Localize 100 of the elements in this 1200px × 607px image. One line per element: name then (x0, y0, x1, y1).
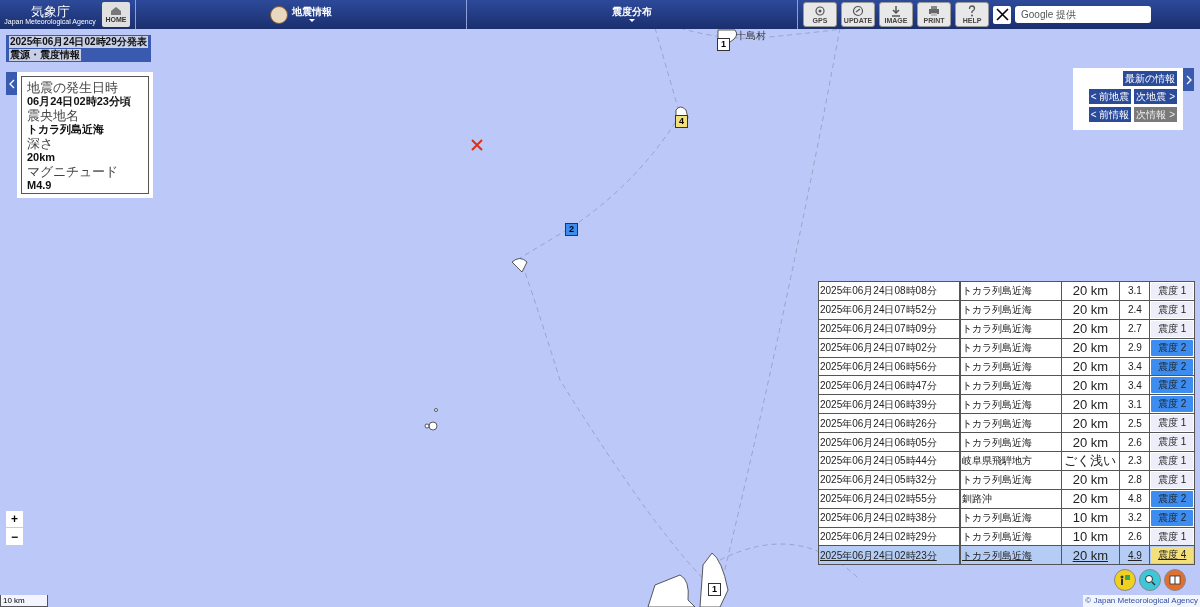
legend-button[interactable] (1114, 569, 1136, 591)
intensity-marker: 1 (717, 38, 730, 51)
more-button[interactable] (1139, 569, 1161, 591)
depth-cell: 20 km (1061, 489, 1120, 509)
x-logo-button[interactable] (993, 5, 1011, 24)
latest-button[interactable]: 最新の情報 (1123, 71, 1177, 86)
depth-cell: 20 km (1061, 413, 1120, 433)
place-label: 十島村 (736, 31, 766, 41)
depth-cell: 10 km (1061, 508, 1120, 528)
depth-cell: 20 km (1061, 432, 1120, 452)
info-label: マグニチュード (27, 165, 119, 179)
time-cell: 2025年06月24日02時23分 (818, 545, 960, 565)
depth-cell: 20 km (1061, 470, 1120, 490)
list-row[interactable]: 2025年06月24日08時08分 トカラ列島近海 20 km 3.1 震度 1 (818, 281, 1195, 301)
issued-time: 2025年06月24日02時29分発表 (9, 36, 148, 48)
collapse-right-button[interactable] (1183, 68, 1194, 91)
info-value: トカラ列島近海 (27, 124, 105, 135)
guide-button[interactable] (1164, 569, 1186, 591)
collapse-left-button[interactable] (6, 72, 17, 95)
time-cell: 2025年06月24日07時09分 (818, 319, 960, 339)
crosshair-icon (814, 5, 826, 17)
zoom-out-button[interactable]: − (6, 528, 23, 545)
magnitude-cell: 3.4 (1119, 375, 1150, 395)
intensity-badge: 震度 2 (1151, 396, 1193, 413)
search-field[interactable]: Google 提供 (1015, 6, 1151, 23)
x-logo-icon (995, 8, 1009, 21)
download-icon (890, 5, 902, 17)
bulletin-title: 震源・震度情報 (9, 49, 81, 61)
time-cell: 2025年06月24日06時05分 (818, 432, 960, 452)
time-cell: 2025年06月24日06時56分 (818, 357, 960, 376)
info-label: 震央地名 (27, 109, 80, 123)
intensity-badge: 震度 1 (1151, 415, 1193, 432)
printer-icon (928, 5, 940, 17)
time-cell: 2025年06月24日06時26分 (818, 413, 960, 433)
depth-cell: 20 km (1061, 545, 1120, 565)
time-cell: 2025年06月24日06時47分 (818, 375, 960, 395)
magnitude-cell: 2.3 (1119, 451, 1150, 471)
intensity-marker: 2 (565, 223, 578, 236)
intensity-marker: 1 (708, 583, 721, 596)
intensity-badge: 震度 2 (1151, 358, 1193, 375)
info-value: M4.9 (27, 180, 53, 191)
magnitude-cell: 3.4 (1119, 357, 1150, 376)
book-icon (1169, 575, 1181, 585)
magnitude-cell: 2.5 (1119, 413, 1150, 433)
intensity-badge: 震度 1 (1151, 301, 1193, 318)
refresh-icon (852, 5, 864, 17)
time-cell: 2025年06月24日06時39分 (818, 394, 960, 414)
menu-tab[interactable]: 地震情報 (136, 0, 466, 29)
depth-cell: 20 km (1061, 357, 1120, 376)
magnitude-cell: 2.6 (1119, 527, 1150, 546)
menu-tab[interactable]: 震度分布 (467, 0, 797, 29)
nav-button[interactable]: < 前地震 (1088, 89, 1132, 104)
nav-button[interactable]: 次地震 > (1134, 89, 1177, 104)
time-cell: 2025年06月24日07時02分 (818, 338, 960, 358)
depth-cell: 10 km (1061, 527, 1120, 546)
intensity-badge: 震度 2 (1151, 509, 1193, 526)
depth-cell: 20 km (1061, 281, 1120, 301)
intensity-badge: 震度 2 (1151, 339, 1193, 356)
depth-cell: 20 km (1061, 375, 1120, 395)
intensity-badge: 震度 2 (1151, 377, 1193, 394)
info-value: 20km (27, 152, 57, 163)
chevron-left-icon (8, 78, 15, 89)
time-cell: 2025年06月24日07時52分 (818, 300, 960, 320)
depth-cell: ごく浅い (1061, 451, 1120, 471)
depth-cell: 20 km (1061, 319, 1120, 339)
copyright-text: © Japan Meteorological Agency (1083, 595, 1200, 607)
time-cell: 2025年06月24日05時44分 (818, 451, 960, 471)
magnitude-cell: 3.2 (1119, 508, 1150, 528)
magnifier-icon (1144, 574, 1156, 586)
scale-bar: 10 km (0, 595, 48, 607)
depth-cell: 20 km (1061, 300, 1120, 320)
magnitude-cell: 2.9 (1119, 338, 1150, 358)
island-shape (647, 574, 696, 607)
time-cell: 2025年06月24日08時08分 (818, 281, 960, 301)
intensity-badge: 震度 1 (1151, 282, 1193, 299)
intensity-badge: 震度 1 (1151, 452, 1193, 469)
info-value: 06月24日02時23分頃 (27, 96, 132, 107)
island-shape (511, 258, 528, 273)
zoom-in-button[interactable]: + (6, 511, 23, 528)
intensity-badge: 震度 1 (1151, 434, 1193, 451)
depth-cell: 20 km (1061, 338, 1120, 358)
magnitude-cell: 3.1 (1119, 394, 1150, 414)
house-icon (110, 6, 122, 16)
intensity-badge: 震度 1 (1151, 528, 1193, 545)
magnitude-cell: 3.1 (1119, 281, 1150, 301)
magnitude-cell: 2.7 (1119, 319, 1150, 339)
magnitude-cell: 4.8 (1119, 489, 1150, 509)
intensity-badge: 震度 1 (1151, 471, 1193, 488)
magnitude-cell: 2.8 (1119, 470, 1150, 490)
epicenter-icon (471, 139, 483, 151)
intensity-badge: 震度 4 (1151, 547, 1193, 564)
intensity-badge: 震度 2 (1151, 490, 1193, 507)
help-icon (966, 5, 978, 17)
magnitude-cell: 2.6 (1119, 432, 1150, 452)
logo-text: 気象庁 (30, 4, 70, 18)
nav-button[interactable]: < 前情報 (1088, 107, 1132, 122)
caret-icon (629, 19, 635, 22)
island-shape (424, 421, 438, 431)
depth-cell: 20 km (1061, 394, 1120, 414)
time-cell: 2025年06月24日02時55分 (818, 489, 960, 509)
